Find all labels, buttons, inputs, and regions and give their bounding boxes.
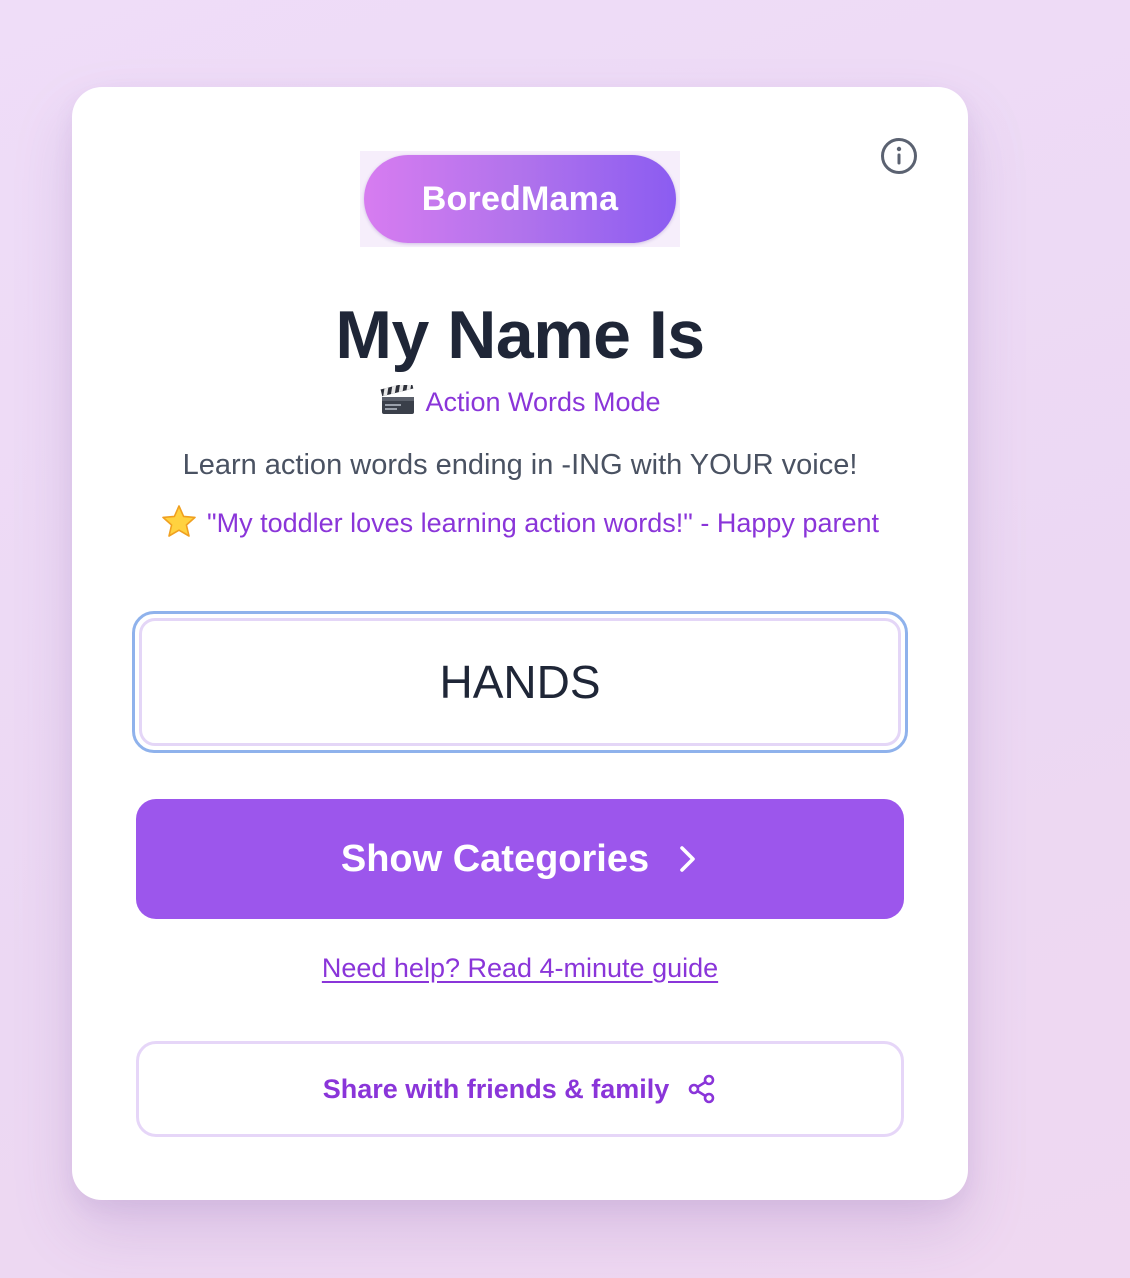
logo-badge: BoredMama [364, 155, 676, 243]
star-icon [162, 505, 196, 537]
name-field-focus-ring [132, 611, 908, 753]
show-categories-button[interactable]: Show Categories [136, 799, 904, 919]
help-guide-link[interactable]: Need help? Read 4-minute guide [72, 953, 968, 984]
info-button[interactable] [880, 137, 918, 175]
logo-text: BoredMama [421, 179, 619, 218]
share-label: Share with friends & family [322, 1073, 670, 1104]
clapperboard-icon [381, 385, 415, 414]
share-icon [688, 1074, 715, 1104]
info-icon [881, 138, 917, 174]
share-button[interactable]: Share with friends & family [136, 1041, 904, 1137]
page-title: My Name Is [335, 297, 705, 373]
testimonial: "My toddler loves learning action words!… [152, 503, 888, 543]
subtitle: Learn action words ending in -ING with Y… [182, 449, 858, 481]
chevron-right-icon [680, 846, 695, 872]
show-categories-label: Show Categories [340, 837, 650, 880]
main-card: BoredMama My Name Is Action Words Mode L… [72, 87, 968, 1200]
testimonial-text: "My toddler loves learning action words!… [207, 508, 879, 538]
mode-label: Action Words Mode [425, 387, 661, 417]
logo: BoredMama [360, 151, 680, 247]
mode-indicator: Action Words Mode [72, 383, 968, 421]
name-input[interactable] [139, 618, 901, 746]
